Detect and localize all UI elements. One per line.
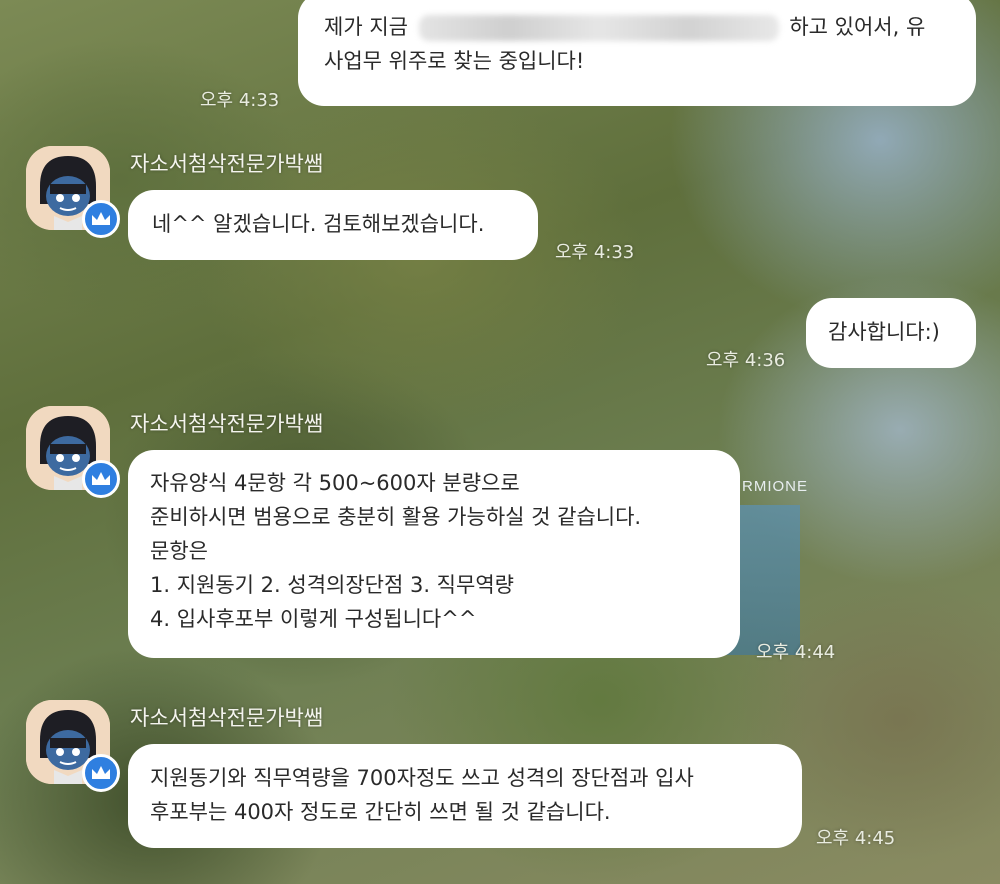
background-text: RMIONE: [742, 478, 808, 495]
message-line: 후포부는 400자 정도로 간단히 쓰면 될 것 같습니다.: [150, 800, 611, 824]
message-line: 준비하시면 범용으로 충분히 활용 가능하실 것 같습니다.: [150, 505, 642, 529]
message-line: 네^^ 알겠습니다. 검토해보겠습니다.: [152, 212, 485, 236]
sender-name: 자소서첨삭전문가박쌤: [130, 412, 324, 436]
crown-badge-icon: [82, 460, 120, 498]
message-line: 1. 지원동기 2. 성격의장단점 3. 직무역량: [150, 573, 514, 597]
outgoing-message-bubble[interactable]: 제가 지금 하고 있어서, 유 사업무 위주로 찾는 중입니다!: [298, 0, 976, 106]
message-line: 4. 입사후포부 이렇게 구성됩니다^^: [150, 607, 477, 631]
sender-name: 자소서첨삭전문가박쌤: [130, 152, 324, 176]
message-line: 제가 지금 하고 있어서, 유: [324, 15, 926, 41]
incoming-message-bubble[interactable]: 네^^ 알겠습니다. 검토해보겠습니다.: [128, 190, 538, 260]
incoming-message-bubble[interactable]: 자유양식 4문항 각 500~600자 분량으로 준비하시면 범용으로 충분히 …: [128, 450, 740, 658]
incoming-message-bubble[interactable]: 지원동기와 직무역량을 700자정도 쓰고 성격의 장단점과 입사 후포부는 4…: [128, 744, 802, 848]
crown-badge-icon: [82, 200, 120, 238]
message-timestamp: 오후 4:44: [756, 642, 836, 663]
message-timestamp: 오후 4:33: [555, 242, 635, 263]
message-timestamp: 오후 4:36: [706, 350, 786, 371]
message-line: 감사합니다:): [828, 320, 940, 344]
message-timestamp: 오후 4:33: [200, 90, 280, 111]
message-line: 지원동기와 직무역량을 700자정도 쓰고 성격의 장단점과 입사: [150, 766, 694, 790]
redacted-text: [418, 15, 779, 41]
message-line: 사업무 위주로 찾는 중입니다!: [324, 49, 585, 73]
sender-avatar[interactable]: [26, 700, 120, 792]
crown-badge-icon: [82, 754, 120, 792]
outgoing-message-bubble[interactable]: 감사합니다:): [806, 298, 976, 368]
sender-avatar[interactable]: [26, 406, 120, 498]
sender-avatar[interactable]: [26, 146, 120, 238]
message-line: 자유양식 4문항 각 500~600자 분량으로: [150, 471, 520, 495]
message-timestamp: 오후 4:45: [816, 828, 896, 849]
message-line: 문항은: [150, 539, 208, 563]
sender-name: 자소서첨삭전문가박쌤: [130, 706, 324, 730]
